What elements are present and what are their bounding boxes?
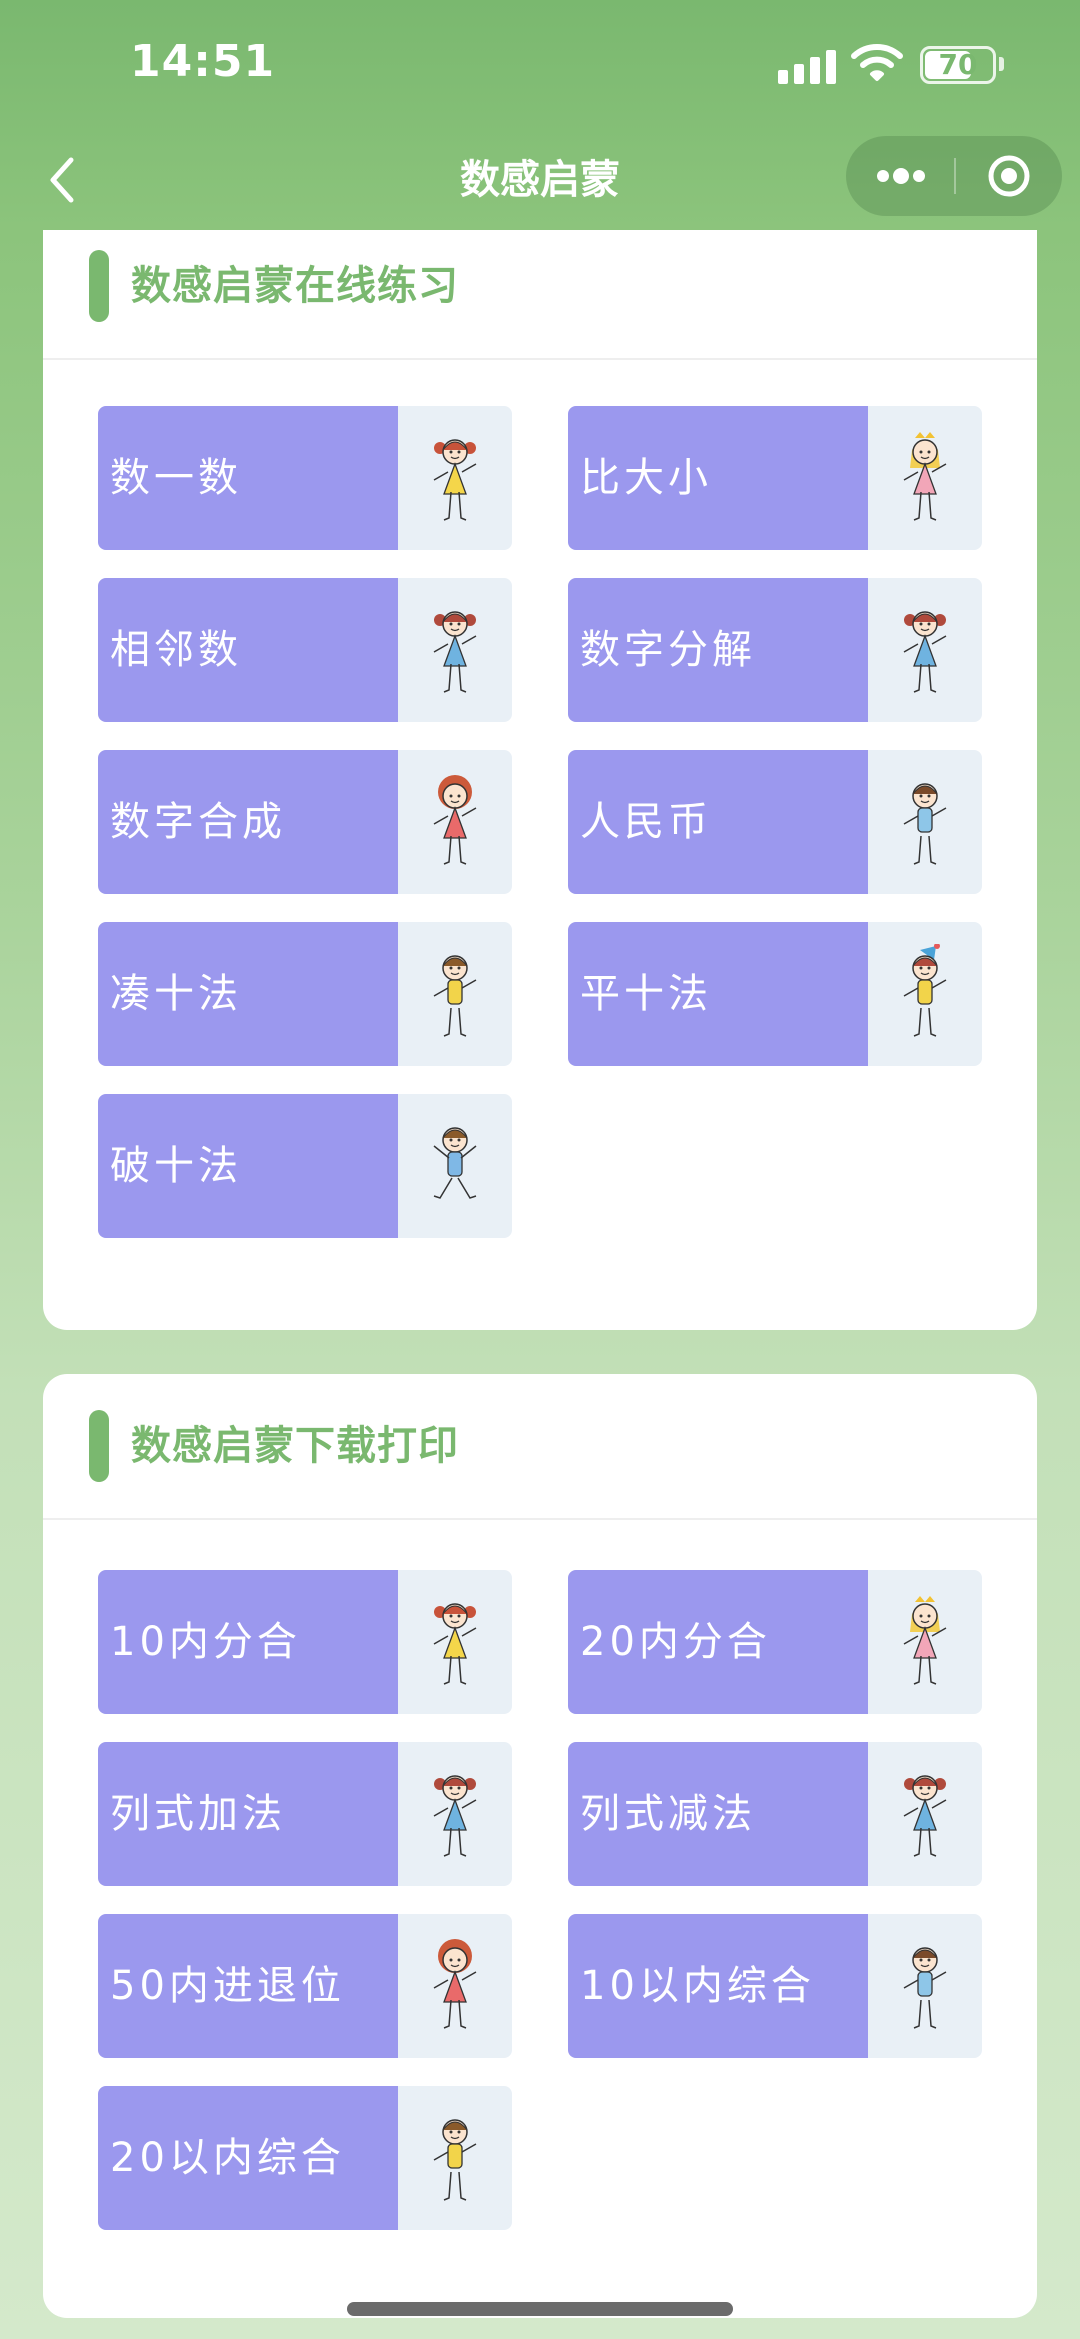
section-accent-bar	[89, 1410, 109, 1482]
wifi-icon	[851, 44, 903, 81]
nav-bar: 数感启蒙	[0, 130, 1080, 230]
boy-blue-shirt-icon	[868, 750, 982, 894]
section-title: 数感启蒙在线练习	[131, 263, 459, 309]
tile-label: 列式加法	[98, 1742, 398, 1886]
section-accent-bar	[89, 250, 109, 322]
girl-party-hat-icon	[868, 922, 982, 1066]
boy-blue-shirt-icon	[868, 1914, 982, 2058]
tile-label: 人民币	[568, 750, 868, 894]
practice-tile[interactable]: 凑十法	[98, 922, 512, 1066]
section-title: 数感启蒙下载打印	[131, 1423, 459, 1469]
section-header: 数感启蒙在线练习	[43, 230, 1037, 360]
practice-tile[interactable]: 人民币	[568, 750, 982, 894]
back-button[interactable]	[30, 148, 94, 212]
capsule-divider	[954, 158, 956, 194]
practice-tile[interactable]: 平十法	[568, 922, 982, 1066]
practice-tile[interactable]: 相邻数	[98, 578, 512, 722]
practice-tile[interactable]: 破十法	[98, 1094, 512, 1238]
girl-red-dress-icon	[398, 1914, 512, 2058]
close-mini-program-button[interactable]	[964, 144, 1054, 208]
section-card-online-practice: 数感启蒙在线练习 数一数 比大小相邻数 数字分解数字合成 人民币凑十法 平十法破十法	[43, 230, 1037, 1330]
practice-tile[interactable]: 列式减法	[568, 1742, 982, 1886]
girl-blue-dress-icon	[868, 1742, 982, 1886]
battery-percentage: 70	[938, 48, 978, 81]
tile-label: 10内分合	[98, 1570, 398, 1714]
practice-tile[interactable]: 50内进退位	[98, 1914, 512, 2058]
boy-yellow-shirt-waving-icon	[398, 922, 512, 1066]
tile-label: 数一数	[98, 406, 398, 550]
princess-pink-dress-icon	[868, 406, 982, 550]
tile-label: 20以内综合	[98, 2086, 398, 2230]
girl-red-dress-icon	[398, 750, 512, 894]
practice-tile[interactable]: 20内分合	[568, 1570, 982, 1714]
tile-label: 数字分解	[568, 578, 868, 722]
cellular-signal-icon	[778, 48, 836, 84]
tile-label: 相邻数	[98, 578, 398, 722]
boy-yellow-shirt-waving-icon	[398, 2086, 512, 2230]
practice-tile[interactable]: 数字分解	[568, 578, 982, 722]
target-circle-icon	[988, 155, 1030, 197]
tile-label: 凑十法	[98, 922, 398, 1066]
home-indicator	[347, 2302, 733, 2316]
girl-pigtails-yellow-dress-icon	[398, 406, 512, 550]
girl-pigtails-yellow-dress-icon	[398, 1570, 512, 1714]
boy-blue-shirt-jumping-icon	[398, 1094, 512, 1238]
tile-label: 20内分合	[568, 1570, 868, 1714]
chevron-left-icon	[50, 157, 74, 203]
battery-icon: 70	[920, 46, 996, 84]
girl-blue-dress-icon	[398, 578, 512, 722]
battery-nub	[999, 57, 1004, 71]
practice-tile[interactable]: 数一数	[98, 406, 512, 550]
practice-tile[interactable]: 比大小	[568, 406, 982, 550]
tile-label: 数字合成	[98, 750, 398, 894]
tile-label: 列式减法	[568, 1742, 868, 1886]
tile-label: 破十法	[98, 1094, 398, 1238]
more-dots-icon	[877, 168, 925, 184]
tile-label: 比大小	[568, 406, 868, 550]
status-bar: 14:51 70	[0, 0, 1080, 130]
practice-tile[interactable]: 20以内综合	[98, 2086, 512, 2230]
mini-program-capsule	[846, 136, 1062, 216]
tile-label: 10以内综合	[568, 1914, 868, 2058]
girl-blue-dress-icon	[868, 578, 982, 722]
girl-blue-dress-icon	[398, 1742, 512, 1886]
tile-label: 50内进退位	[98, 1914, 398, 2058]
practice-tile[interactable]: 列式加法	[98, 1742, 512, 1886]
more-button[interactable]	[856, 144, 946, 208]
practice-tile[interactable]: 10内分合	[98, 1570, 512, 1714]
section-card-download-print: 数感启蒙下载打印 10内分合 20内分合列式加法 列式减法 50内进退位 10以内综合 2…	[43, 1374, 1037, 2318]
practice-tile[interactable]: 数字合成	[98, 750, 512, 894]
practice-tile[interactable]: 10以内综合	[568, 1914, 982, 2058]
status-time: 14:51	[130, 36, 276, 87]
princess-pink-dress-icon	[868, 1570, 982, 1714]
tile-label: 平十法	[568, 922, 868, 1066]
section-header: 数感启蒙下载打印	[43, 1374, 1037, 1520]
